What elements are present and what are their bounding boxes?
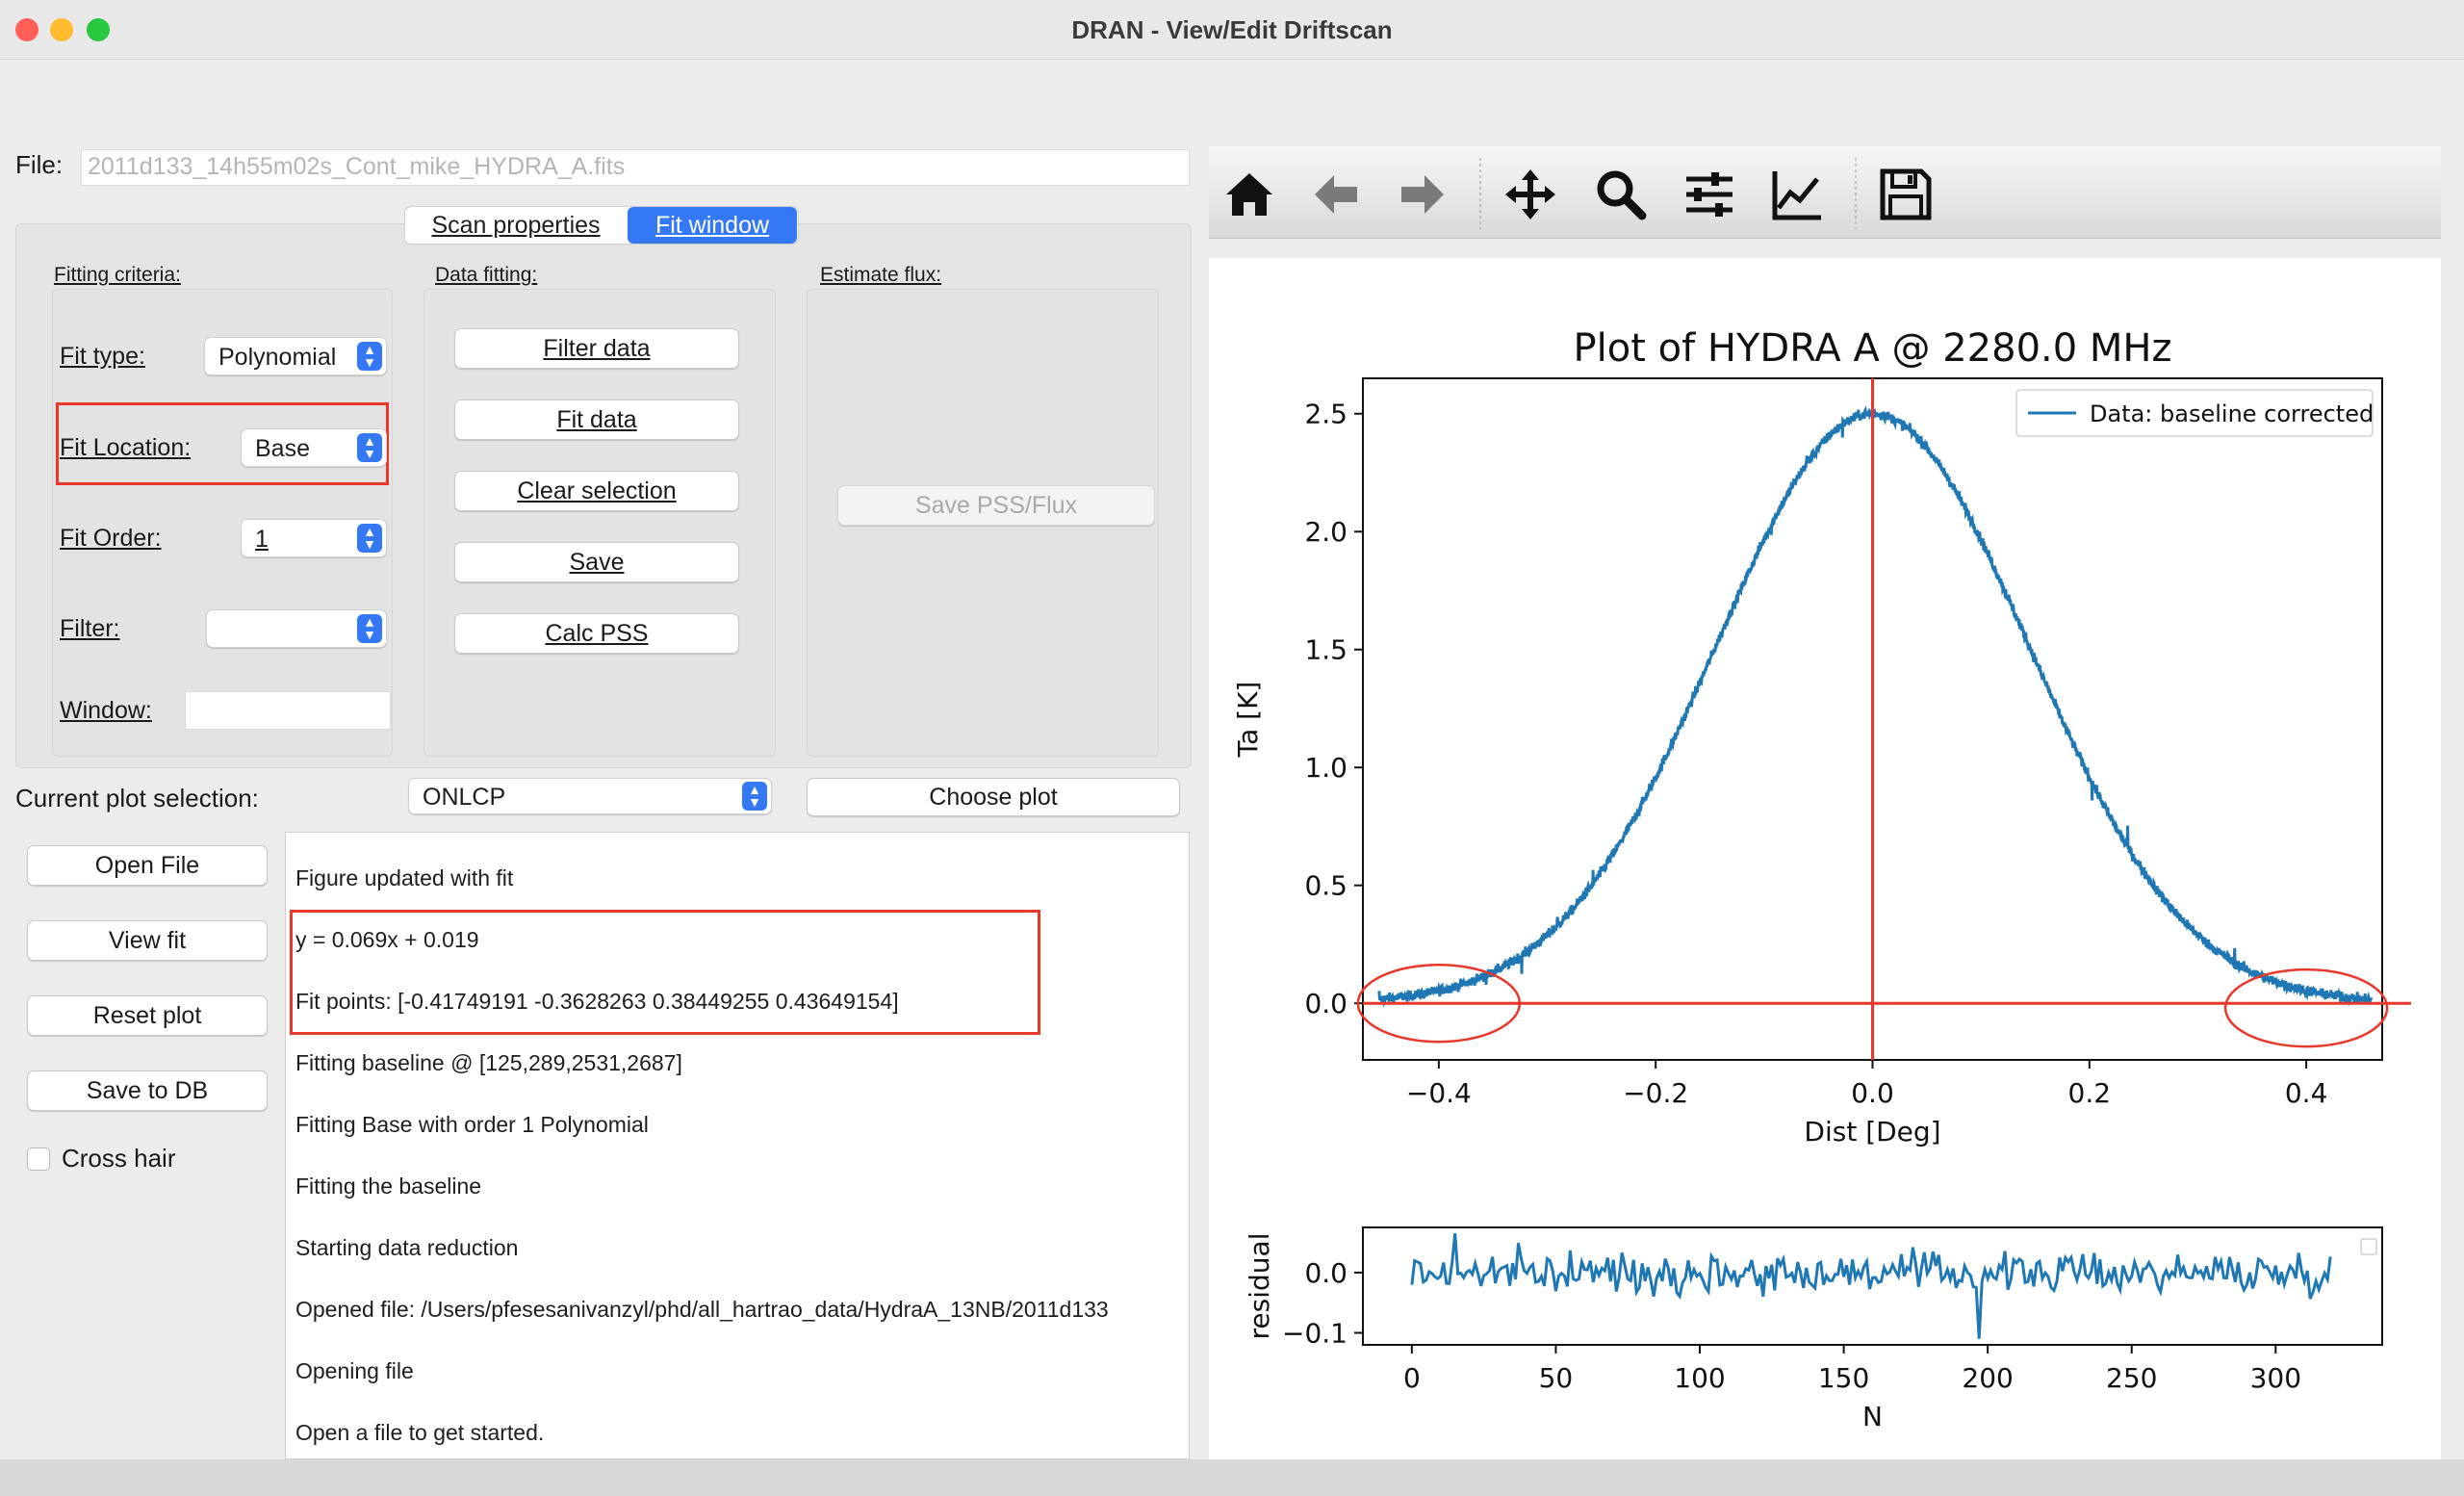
crosshair-label: Cross hair <box>62 1144 176 1173</box>
tab-scan-properties[interactable]: Scan properties <box>406 207 626 244</box>
view-fit-button[interactable]: View fit <box>27 920 268 961</box>
back-arrow-icon[interactable] <box>1309 168 1363 221</box>
fit-type-select[interactable]: Polynomial ▲ ▼ <box>204 337 387 375</box>
residual-x-tick-label: 100 <box>1674 1362 1725 1394</box>
fit-order-label: Fit Order: <box>60 525 162 552</box>
y-tick-label: 2.5 <box>1304 399 1348 430</box>
y-tick-label: 1.5 <box>1304 634 1348 666</box>
filter-select[interactable]: ▲ ▼ <box>206 609 387 648</box>
select-arrows-icon: ▲ ▼ <box>742 782 767 811</box>
y-tick-label: 0.0 <box>1304 988 1348 1019</box>
crosshair-checkbox[interactable] <box>27 1148 50 1171</box>
fit-location-value: Base <box>255 435 310 462</box>
residual-y-axis-label: residual <box>1244 1233 1275 1340</box>
window-label: Window: <box>60 697 152 724</box>
fit-order-value: 1 <box>255 526 269 553</box>
fit-type-value: Polynomial <box>218 344 337 371</box>
y-tick-label: 0.5 <box>1304 870 1348 902</box>
chart-svg: Plot of HYDRA A @ 2280.0 MHz −0.4 −0.2 0.0 0… <box>1232 326 2411 1432</box>
fit-data-button[interactable]: Fit data <box>454 400 739 440</box>
residual-x-tick-label: 200 <box>1962 1362 2013 1394</box>
right-baseline-highlight-circle <box>2223 967 2389 1048</box>
choose-plot-button[interactable]: Choose plot <box>807 778 1180 816</box>
residual-y-tick-label: 0.0 <box>1304 1257 1348 1289</box>
fit-location-select[interactable]: Base ▲ ▼ <box>241 428 387 467</box>
legend-label: Data: baseline corrected <box>2090 400 2374 427</box>
select-arrows-icon: ▲ ▼ <box>357 614 382 643</box>
plot-canvas[interactable]: Plot of HYDRA A @ 2280.0 MHz −0.4 −0.2 0.0 0… <box>1209 258 2441 1459</box>
x-tick-label: 0.2 <box>2068 1077 2112 1109</box>
select-arrows-icon: ▲ ▼ <box>357 342 382 371</box>
toolbar-separator <box>1479 158 1481 229</box>
log-panel[interactable]: Figure updated with fit y = 0.069x + 0.0… <box>285 832 1190 1459</box>
save-pss-flux-button[interactable]: Save PSS/Flux <box>837 485 1155 526</box>
fit-result-highlight-box <box>290 910 1040 1035</box>
fitting-criteria-section-label: Fitting criteria: <box>54 264 181 286</box>
x-tick-label: −0.4 <box>1406 1077 1472 1109</box>
status-bar <box>0 1459 2464 1496</box>
residual-x-tick-label: 250 <box>2106 1362 2157 1394</box>
residual-legend-box <box>2360 1238 2377 1255</box>
log-line: Figure updated with fit <box>295 865 514 890</box>
y-tick-label: 1.0 <box>1304 752 1348 784</box>
log-line: Opening file <box>295 1358 414 1383</box>
file-path-field[interactable]: 2011d133_14h55m02s_Cont_mike_HYDRA_A.fit… <box>81 149 1190 186</box>
plot-toolbar <box>1209 146 2441 239</box>
save-icon[interactable] <box>1879 168 1933 221</box>
filter-data-button[interactable]: Filter data <box>454 328 739 369</box>
fit-order-select[interactable]: 1 ▲ ▼ <box>241 519 387 557</box>
zoom-icon[interactable] <box>1594 168 1648 221</box>
fit-type-label: Fit type: <box>60 343 145 370</box>
estimate-flux-section-label: Estimate flux: <box>820 264 942 286</box>
data-fitting-section-label: Data fitting: <box>435 264 538 286</box>
log-line: Open a file to get started. <box>295 1420 545 1445</box>
residual-x-tick-label: 50 <box>1539 1362 1574 1394</box>
configure-subplots-icon[interactable] <box>1682 168 1736 221</box>
save-button[interactable]: Save <box>454 542 739 582</box>
log-line: Starting data reduction <box>295 1235 519 1260</box>
residual-x-tick-label: 0 <box>1403 1362 1421 1394</box>
x-tick-label: 0.0 <box>1851 1077 1894 1109</box>
plot-selection-select[interactable]: ONLCP ▲ ▼ <box>408 778 772 814</box>
chart-title: Plot of HYDRA A @ 2280.0 MHz <box>1574 326 2172 371</box>
log-line: Fitting the baseline <box>295 1174 482 1199</box>
window-input[interactable] <box>185 691 391 730</box>
edit-axis-icon[interactable] <box>1771 168 1825 221</box>
y-tick-label: 2.0 <box>1304 516 1348 548</box>
log-line: Fitting Base with order 1 Polynomial <box>295 1112 649 1137</box>
open-file-button[interactable]: Open File <box>27 845 268 886</box>
residual-x-axis-label: N <box>1862 1401 1883 1432</box>
residual-x-tick-label: 150 <box>1818 1362 1869 1394</box>
home-icon[interactable] <box>1222 168 1276 221</box>
clear-selection-button[interactable]: Clear selection <box>454 471 739 511</box>
select-arrows-icon: ▲ ▼ <box>357 524 382 553</box>
data-series-line <box>1377 404 2374 1008</box>
y-axis-label: Ta [K] <box>1232 682 1264 759</box>
filter-label: Filter: <box>60 615 120 642</box>
reset-plot-button[interactable]: Reset plot <box>27 995 268 1036</box>
residual-y-tick-label: −0.1 <box>1282 1317 1348 1349</box>
log-line: Opened file: /Users/pfesesanivanzyl/phd/… <box>295 1297 1109 1322</box>
log-line: Fitting baseline @ [125,289,2531,2687] <box>295 1050 682 1075</box>
x-tick-label: −0.2 <box>1623 1077 1688 1109</box>
residual-series-line <box>1410 1233 2332 1339</box>
fit-location-label: Fit Location: <box>60 434 192 461</box>
forward-arrow-icon[interactable] <box>1396 168 1450 221</box>
plot-selection-value: ONLCP <box>423 784 506 811</box>
toolbar-separator <box>1855 158 1857 229</box>
x-tick-label: 0.4 <box>2285 1077 2328 1109</box>
residual-x-tick-label: 300 <box>2250 1362 2301 1394</box>
file-label: File: <box>15 150 64 179</box>
save-to-db-button[interactable]: Save to DB <box>27 1070 268 1111</box>
current-plot-selection-label: Current plot selection: <box>15 784 259 812</box>
residual-plot-frame <box>1362 1226 2383 1346</box>
window-title: DRAN - View/Edit Driftscan <box>1071 15 1393 44</box>
x-axis-label: Dist [Deg] <box>1804 1116 1940 1148</box>
calc-pss-button[interactable]: Calc PSS <box>454 613 739 654</box>
pan-icon[interactable] <box>1503 168 1557 221</box>
tab-fit-window[interactable]: Fit window <box>628 207 797 244</box>
select-arrows-icon: ▲ ▼ <box>357 433 382 462</box>
